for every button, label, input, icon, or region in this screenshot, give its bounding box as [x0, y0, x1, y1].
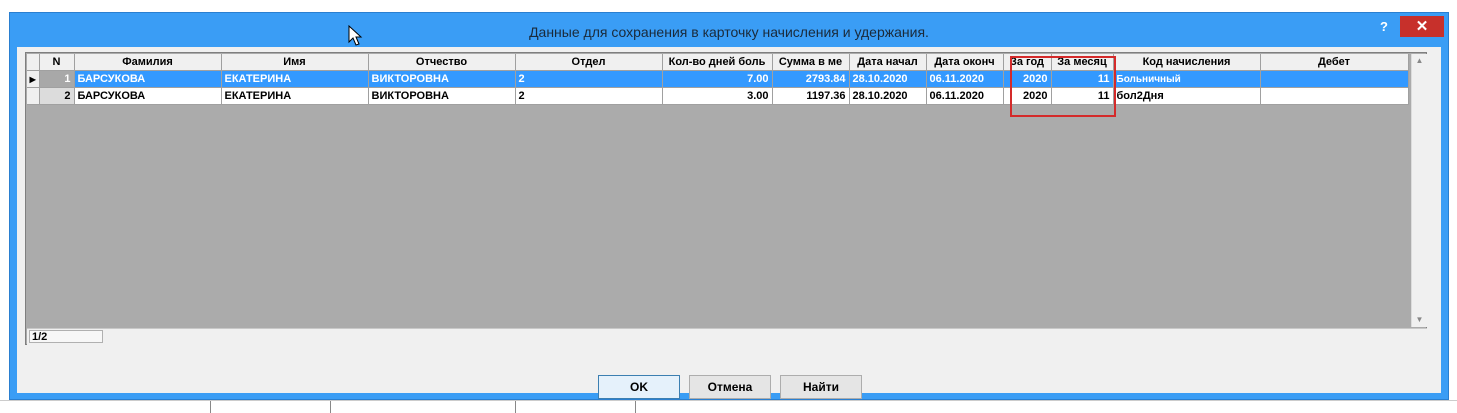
column-header-name[interactable]: Имя: [221, 54, 369, 71]
bg-divider: [515, 401, 516, 413]
cell-accrual-code[interactable]: Больничный: [1113, 70, 1261, 88]
cell-year[interactable]: 2020: [1003, 70, 1052, 88]
cell-surname[interactable]: БАРСУКОВА: [74, 70, 222, 88]
column-header-month[interactable]: За месяц: [1051, 54, 1114, 71]
scroll-down-icon[interactable]: ▼: [1412, 313, 1427, 327]
dialog-titlebar[interactable]: Данные для сохранения в карточку начисле…: [10, 13, 1448, 47]
cell-debit[interactable]: [1260, 70, 1409, 88]
help-button[interactable]: ?: [1371, 18, 1397, 36]
cell-patronymic[interactable]: ВИКТОРОВНА: [368, 70, 516, 88]
cell-month[interactable]: 11: [1051, 87, 1114, 105]
data-table: N Фамилия Имя Отчество Отдел Кол-во дней…: [27, 54, 1409, 105]
ok-button[interactable]: OK: [598, 375, 680, 399]
column-header-accrual-code[interactable]: Код начисления: [1113, 54, 1261, 71]
grid-statusbar: 1/2: [27, 328, 1427, 345]
bg-divider: [210, 401, 211, 413]
cell-department[interactable]: 2: [515, 70, 663, 88]
cell-debit[interactable]: [1260, 87, 1409, 105]
cell-end-date[interactable]: 06.11.2020: [926, 87, 1004, 105]
cell-sick-days[interactable]: 7.00: [662, 70, 773, 88]
data-grid[interactable]: N Фамилия Имя Отчество Отдел Кол-во дней…: [25, 52, 1427, 345]
row-indicator-arrow-icon: ▶: [27, 70, 40, 88]
column-header-surname[interactable]: Фамилия: [74, 54, 222, 71]
table-row[interactable]: 2 БАРСУКОВА ЕКАТЕРИНА ВИКТОРОВНА 2 3.00 …: [27, 87, 1409, 105]
dialog-client-area: N Фамилия Имя Отчество Отдел Кол-во дней…: [17, 47, 1441, 399]
table-row[interactable]: ▶ 1 БАРСУКОВА ЕКАТЕРИНА ВИКТОРОВНА 2 7.0…: [27, 70, 1409, 88]
cell-n[interactable]: 2: [39, 87, 75, 105]
cell-accrual-code[interactable]: бол2Дня: [1113, 87, 1261, 105]
find-button[interactable]: Найти: [780, 375, 862, 399]
cancel-button[interactable]: Отмена: [689, 375, 771, 399]
cell-start-date[interactable]: 28.10.2020: [849, 87, 927, 105]
bg-divider: [330, 401, 331, 413]
cell-end-date[interactable]: 06.11.2020: [926, 70, 1004, 88]
cell-name[interactable]: ЕКАТЕРИНА: [221, 70, 369, 88]
cell-year[interactable]: 2020: [1003, 87, 1052, 105]
cell-month[interactable]: 11: [1051, 70, 1114, 88]
grid-viewport: N Фамилия Имя Отчество Отдел Кол-во дней…: [27, 54, 1411, 327]
column-header-start-date[interactable]: Дата начал: [849, 54, 927, 71]
header-row: N Фамилия Имя Отчество Отдел Кол-во дней…: [27, 54, 1409, 71]
cell-sum[interactable]: 2793.84: [772, 70, 850, 88]
close-button[interactable]: ✕: [1400, 16, 1444, 37]
vertical-scrollbar[interactable]: ▲ ▼: [1411, 54, 1427, 327]
column-header-n[interactable]: N: [39, 54, 75, 71]
cell-sick-days[interactable]: 3.00: [662, 87, 773, 105]
column-header-sum[interactable]: Сумма в ме: [772, 54, 850, 71]
column-header-debit[interactable]: Дебет: [1260, 54, 1409, 71]
cell-start-date[interactable]: 28.10.2020: [849, 70, 927, 88]
bg-divider: [635, 401, 636, 413]
column-header-end-date[interactable]: Дата оконч: [926, 54, 1004, 71]
cell-sum[interactable]: 1197.36: [772, 87, 850, 105]
cell-name[interactable]: ЕКАТЕРИНА: [221, 87, 369, 105]
dialog-title: Данные для сохранения в карточку начисле…: [529, 24, 929, 40]
indicator-header: [27, 54, 40, 71]
record-indicator: 1/2: [29, 330, 103, 343]
scroll-up-icon[interactable]: ▲: [1412, 54, 1427, 68]
cell-department[interactable]: 2: [515, 87, 663, 105]
cell-n[interactable]: 1: [39, 70, 75, 88]
save-data-dialog: Данные для сохранения в карточку начисле…: [9, 12, 1449, 400]
row-indicator: [27, 87, 40, 105]
cell-patronymic[interactable]: ВИКТОРОВНА: [368, 87, 516, 105]
mouse-cursor-icon: [348, 25, 363, 46]
background-sheet-row: [0, 400, 1457, 413]
column-header-year[interactable]: За год: [1003, 54, 1052, 71]
column-header-department[interactable]: Отдел: [515, 54, 663, 71]
cell-surname[interactable]: БАРСУКОВА: [74, 87, 222, 105]
column-header-sick-days[interactable]: Кол-во дней боль: [662, 54, 773, 71]
column-header-patronymic[interactable]: Отчество: [368, 54, 516, 71]
